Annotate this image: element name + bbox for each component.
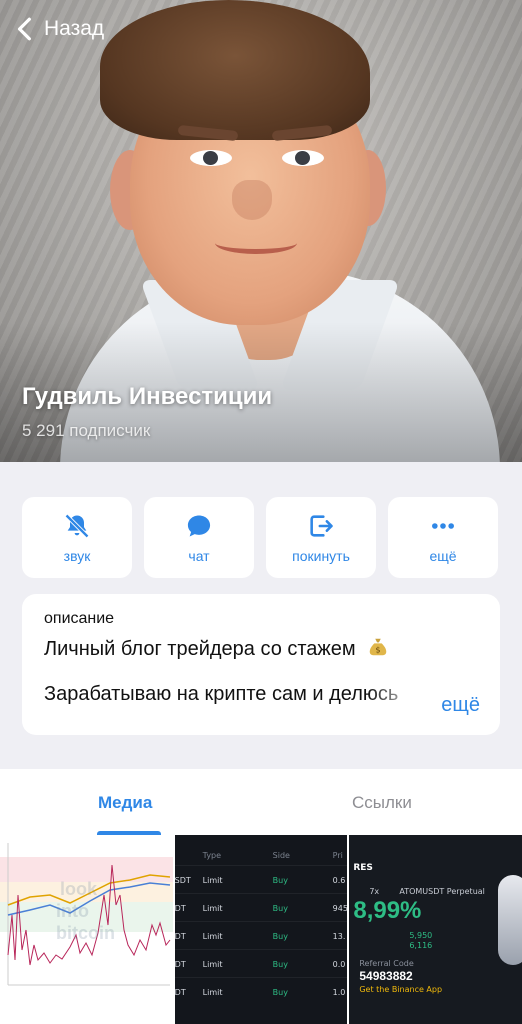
orders-symbol: DT <box>174 932 186 941</box>
description-more-link[interactable]: ещё <box>441 694 480 717</box>
orders-symbol: DT <box>174 960 186 969</box>
avatar-eye <box>282 150 324 166</box>
orders-row: DT Limit Buy 1.0 <box>174 977 348 1005</box>
money-bag-icon: $ <box>370 638 387 656</box>
description-line: Зарабатываю на крипте сам и делюсь <box>44 683 399 705</box>
orders-side: Buy <box>272 876 288 885</box>
tab-links[interactable]: Ссылки <box>352 793 412 813</box>
svg-text:$: $ <box>376 645 381 655</box>
orders-type: Limit <box>202 904 223 913</box>
description-card: описание Личный блог трейдера со стажем … <box>22 594 500 735</box>
orders-row: DT Limit Buy 13. <box>174 921 348 949</box>
leave-button[interactable]: покинуть <box>266 497 376 578</box>
avatar-eye <box>190 150 232 166</box>
promo-leverage: 7x <box>369 887 380 896</box>
back-label: Назад <box>44 17 105 40</box>
bell-muted-icon <box>65 513 89 538</box>
chat-button[interactable]: чат <box>144 497 254 578</box>
promo-ref-code: 54983882 <box>359 969 413 983</box>
orders-row: DT Limit Buy 0.0 <box>174 949 348 977</box>
chevron-left-icon <box>17 17 31 41</box>
description-text: Личный блог трейдера со стажем <box>44 638 356 660</box>
mute-label: звук <box>63 547 91 564</box>
svg-text:bitcoin: bitcoin <box>56 923 115 943</box>
back-button[interactable]: Назад <box>12 16 104 42</box>
orders-price: 1.0 <box>332 988 346 997</box>
chat-label: чат <box>188 547 210 564</box>
orders-header: Side <box>272 851 290 860</box>
promo-percent: 8,99% <box>353 897 422 924</box>
chart-thumbnail-image: look into bitcoin <box>0 843 173 986</box>
orders-side: Buy <box>272 988 288 997</box>
media-thumbnail[interactable]: look into bitcoin <box>0 835 173 1024</box>
media-tabs: Медиа Ссылки <box>0 769 522 835</box>
media-thumbnail[interactable]: Type Side Pri SDT Limit Buy 0.6 DT Limit… <box>174 835 348 1024</box>
avatar-nose <box>232 180 272 220</box>
more-dots-icon <box>432 522 454 529</box>
orders-row: SDT Limit Buy 0.6 <box>174 865 348 893</box>
promo-ref-label: Referral Code <box>359 959 414 968</box>
orders-type: Limit <box>202 876 223 885</box>
orders-symbol: DT <box>174 988 186 997</box>
promo-header: RES <box>353 863 373 873</box>
promo-app-text: Get the Binance App <box>359 985 443 994</box>
description-label: описание <box>44 610 115 627</box>
leave-icon <box>310 514 333 537</box>
media-thumbnail[interactable]: RES 7x ATOMUSDT Perpetual 8,99% 5,950 6,… <box>349 835 522 1024</box>
leave-label: покинуть <box>292 547 350 564</box>
orders-side: Buy <box>272 960 288 969</box>
orders-type: Limit <box>202 988 223 997</box>
orders-price: 0.0 <box>332 960 346 969</box>
more-button[interactable]: ещё <box>388 497 498 578</box>
promo-price: 5,950 <box>409 931 433 940</box>
mute-button[interactable]: звук <box>22 497 132 578</box>
description-line: Личный блог трейдера со стажем $ <box>44 636 478 661</box>
media-grid: look into bitcoin Type Side Pri SDT Limi… <box>0 835 522 1024</box>
orders-symbol: DT <box>174 904 186 913</box>
orders-side: Buy <box>272 904 288 913</box>
orders-header: Type <box>202 851 222 860</box>
avatar-mouth <box>215 232 297 254</box>
subscriber-count: 5 291 подписчик <box>22 421 151 440</box>
action-bar: звук чат покинуть ещё <box>22 497 500 578</box>
promo-price: 6,116 <box>409 941 433 950</box>
orders-type: Limit <box>202 932 223 941</box>
channel-title: Гудвиль Инвестиции <box>22 383 273 410</box>
svg-text:look: look <box>60 879 98 899</box>
chat-bubble-icon <box>187 515 211 536</box>
rocket-illustration <box>498 875 522 965</box>
tab-media[interactable]: Медиа <box>98 793 152 813</box>
avatar-hair <box>100 0 370 140</box>
orders-price: 945 <box>332 904 348 913</box>
orders-price: 0.6 <box>332 876 346 885</box>
promo-pair: ATOMUSDT Perpetual <box>399 887 485 896</box>
orders-type: Limit <box>202 960 223 969</box>
more-label: ещё <box>429 547 457 564</box>
orders-header: Pri <box>332 851 343 860</box>
orders-symbol: SDT <box>174 876 191 885</box>
orders-price: 13. <box>332 932 346 941</box>
orders-side: Buy <box>272 932 288 941</box>
svg-text:into: into <box>56 901 89 921</box>
orders-row: DT Limit Buy 945 <box>174 893 348 921</box>
